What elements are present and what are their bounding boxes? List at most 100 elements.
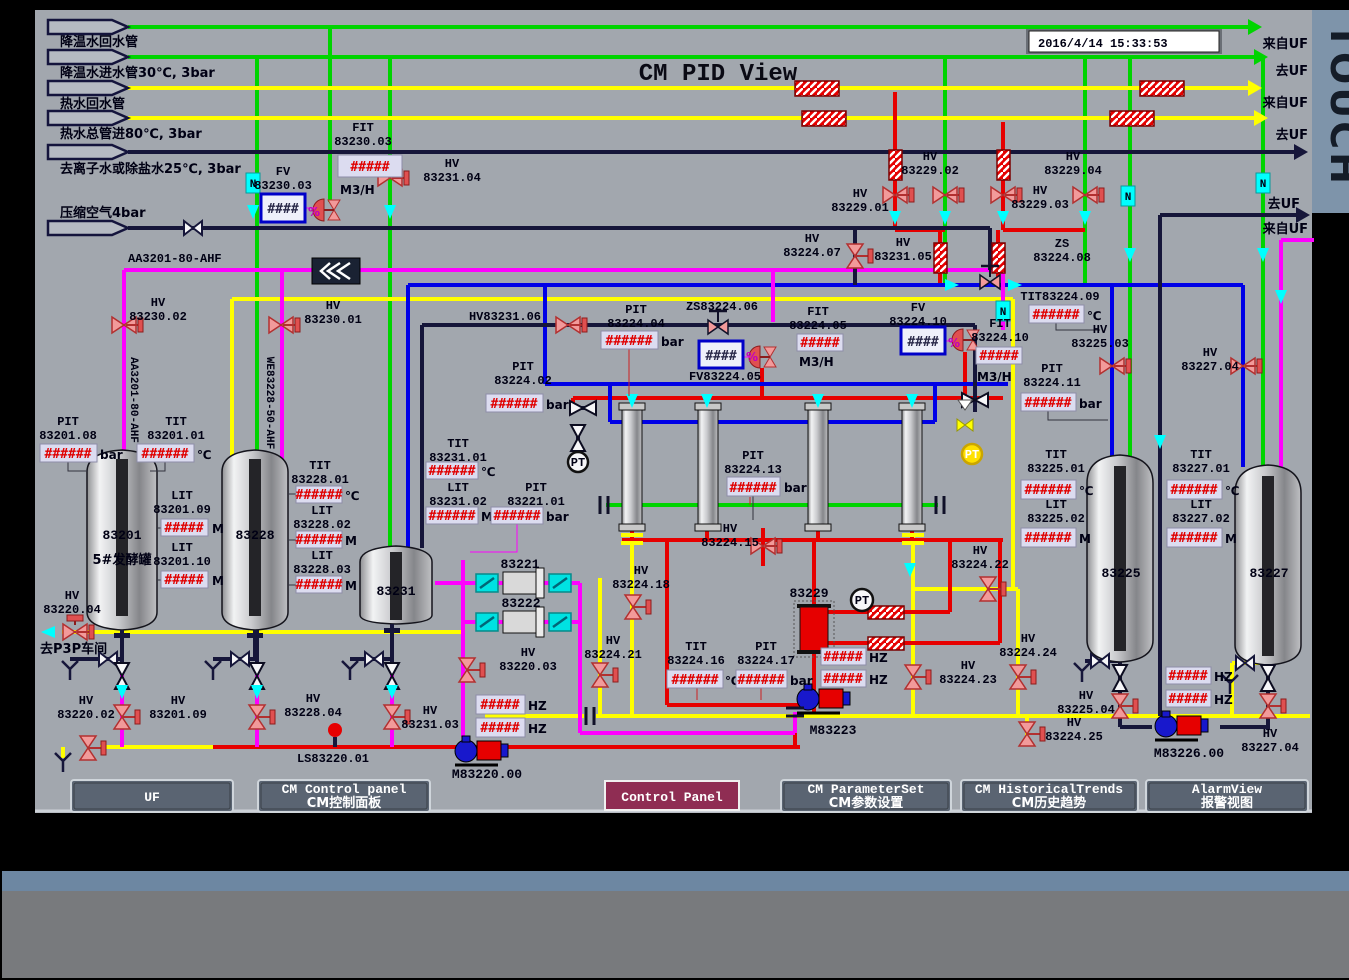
label-pump-m83226: M83226.00 <box>1154 746 1224 761</box>
display-lit83231-02: ######M <box>426 507 493 524</box>
svg-text:%: % <box>746 350 758 364</box>
tag-hv83224-15: HV <box>723 522 738 536</box>
tag-pit83224-04: 83224.04 <box>607 317 665 331</box>
page-title: CM PID View <box>639 61 798 88</box>
filter-83222[interactable] <box>503 607 544 637</box>
heatexchanger-icon <box>1110 111 1154 126</box>
svg-text:UF: UF <box>144 790 160 805</box>
membrane-column[interactable] <box>899 403 925 531</box>
tag-tit83228-01: TIT <box>309 459 331 473</box>
taskbar-band <box>2 871 1349 891</box>
svg-text:#####: ##### <box>1168 669 1207 684</box>
pipe-entry-1 <box>48 20 128 34</box>
pipe-label-4: 热水总管进80℃, 3bar <box>60 126 202 142</box>
button-alarmview[interactable]: AlarmView 报警视图 <box>1146 780 1308 812</box>
svg-text:######: ###### <box>1171 483 1218 498</box>
svg-text:报警视图: 报警视图 <box>1201 795 1253 811</box>
pt-gauge[interactable]: PT <box>962 444 982 464</box>
svg-text:℃: ℃ <box>1087 309 1102 323</box>
filter-83221[interactable] <box>503 568 544 598</box>
heatexchanger-icon <box>795 81 839 96</box>
svg-text:######: ###### <box>672 673 719 688</box>
tag-lit83201-10: LIT <box>171 541 193 555</box>
filter-element-icon <box>476 574 498 592</box>
svg-text:####: #### <box>705 349 736 364</box>
label-tank-83201: 83201 <box>102 528 141 543</box>
tag-pit83224-13: 83224.13 <box>724 463 782 477</box>
tag-hv83228-04: HV <box>306 692 321 706</box>
tag-hv83220-04: 83220.04 <box>43 603 101 617</box>
heatexchanger-icon <box>868 637 904 650</box>
tag-pit83224-11: 83224.11 <box>1023 376 1081 390</box>
tank-83227[interactable] <box>1235 465 1301 665</box>
tag-lit83228-02: 83228.02 <box>293 518 351 532</box>
filter-element-icon <box>476 613 498 631</box>
svg-text:M3/H: M3/H <box>977 370 1012 384</box>
display-pit83221-01: ######bar <box>491 507 569 524</box>
pt-gauge[interactable]: PT <box>851 589 873 611</box>
tag-lit83225-02: 83225.02 <box>1027 512 1085 526</box>
tag-hv83224-07: HV <box>805 232 820 246</box>
membrane-column[interactable] <box>619 403 645 531</box>
svg-text:CM ParameterSet: CM ParameterSet <box>807 782 924 797</box>
tag-lit83231-02: LIT <box>447 481 469 495</box>
tag-hv83224-15: 83224.15 <box>701 536 759 550</box>
membrane-column[interactable] <box>805 403 831 531</box>
tag-hv83220-04: HV <box>65 589 80 603</box>
tag-fit83224-10: FIT <box>989 317 1011 331</box>
svg-text:M: M <box>1079 532 1091 546</box>
tag-zs83224-08: ZS <box>1055 237 1069 251</box>
display-lit83201-10: #####M <box>161 571 224 588</box>
tag-pit83224-02: 83224.02 <box>494 374 552 388</box>
tank-83225[interactable] <box>1087 455 1153 662</box>
svg-text:℃: ℃ <box>197 448 212 462</box>
svg-text:####: #### <box>907 335 938 350</box>
pipe-label-5: 去离子水或除盐水25℃, 3bar <box>60 161 241 177</box>
pt-gauge[interactable]: PT <box>568 452 588 472</box>
pipe-entry-2 <box>48 50 128 64</box>
uf-label: 来自UF <box>1262 221 1308 237</box>
heatexchanger-icon <box>934 243 947 273</box>
svg-text:CM参数设置: CM参数设置 <box>829 795 903 811</box>
tag-hv83224-22: HV <box>973 544 988 558</box>
tag-hv83230-02: HV <box>151 296 166 310</box>
svg-text:bar: bar <box>1079 397 1102 411</box>
pipe-entry-5 <box>48 145 128 159</box>
tag-fv83230-03: 83230.03 <box>254 179 312 193</box>
svg-text:M: M <box>345 534 357 548</box>
button-cm-control-panel[interactable]: CM Control panel CM控制面板 <box>258 780 430 812</box>
line-tag-we83228-v: WE83228-50-AHF <box>263 357 275 449</box>
button-cm-historicaltrends[interactable]: CM HistoricalTrends CM历史趋势 <box>961 780 1138 812</box>
pipe-entry-6 <box>48 221 128 235</box>
svg-text:####: #### <box>267 202 298 217</box>
heatexchanger-icon <box>889 150 902 180</box>
tag-pit83224-17: PIT <box>755 640 777 654</box>
tag-hv83220-03: HV <box>521 646 536 660</box>
window-control-panel[interactable]: Control Panel <box>605 781 739 810</box>
button-uf[interactable]: UF <box>71 780 233 812</box>
tag-hv83224-23: HV <box>961 659 976 673</box>
tag-tit83201-01: 83201.01 <box>147 429 205 443</box>
display-hz-m83226-2: #####HZ <box>1166 690 1233 707</box>
uf-label: 去UF <box>1276 63 1308 79</box>
svg-text:M: M <box>212 522 224 536</box>
svg-text:######: ###### <box>491 397 538 412</box>
tag-hv83229-03: 83229.03 <box>1011 198 1069 212</box>
svg-text:HZ: HZ <box>528 722 547 736</box>
svg-text:######: ###### <box>606 334 653 349</box>
label-filter-83222: 83222 <box>501 596 540 611</box>
tag-hv83224-25: 83224.25 <box>1045 730 1103 744</box>
display-lit83228-03: ######M <box>296 576 357 593</box>
tag-hv83224-21: HV <box>606 634 621 648</box>
tag-lit83227-02: LIT <box>1190 498 1212 512</box>
tag-pit83224-11: PIT <box>1041 362 1063 376</box>
button-cm-parameterset[interactable]: CM ParameterSet CM参数设置 <box>781 780 951 812</box>
tag-hv83227-04-top: 83227.04 <box>1181 360 1239 374</box>
membrane-column[interactable] <box>695 403 721 531</box>
tag-hv83224-07: 83224.07 <box>783 246 841 260</box>
heatexchanger-icon <box>868 606 904 619</box>
label-pump-m83223: M83223 <box>810 723 857 738</box>
tag-lit83225-02: LIT <box>1045 498 1067 512</box>
tag-lit83228-03: 83228.03 <box>293 563 351 577</box>
tag-fv83224-05: FV83224.05 <box>689 370 761 384</box>
